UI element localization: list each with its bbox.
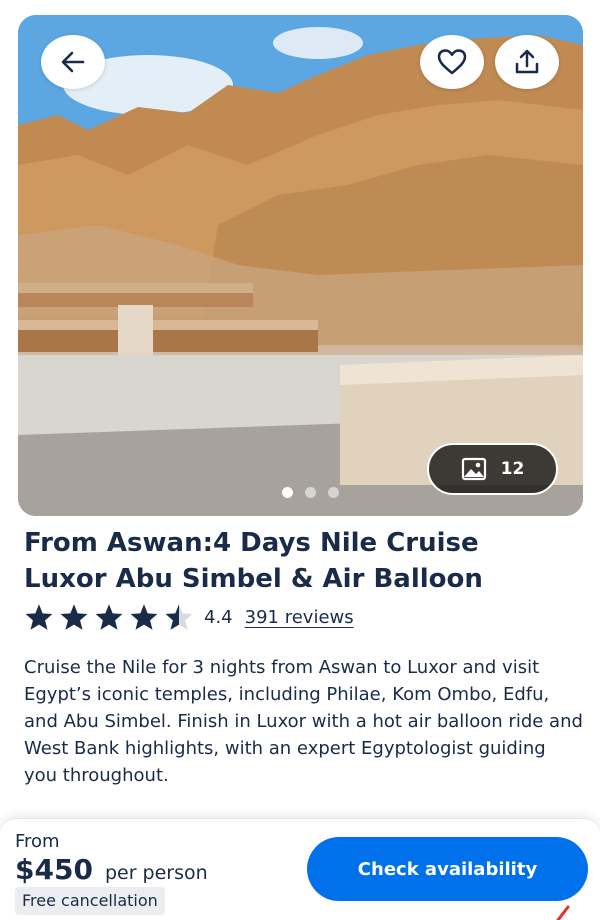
star-partial-icon: [165, 604, 193, 630]
price-row: $450 per person: [15, 853, 208, 886]
price-unit: per person: [104, 862, 208, 884]
price-value: $450: [15, 853, 93, 886]
arrow-left-icon: [61, 51, 85, 73]
favorite-button[interactable]: [420, 35, 484, 89]
product-description: Cruise the Nile for 3 nights from Aswan …: [24, 657, 583, 786]
heart-icon: [437, 49, 467, 75]
product-title-line-2: Luxor Abu Simbel & Air Balloon: [24, 564, 483, 594]
share-upload-icon: [515, 49, 539, 74]
back-button[interactable]: [41, 35, 105, 89]
star-full-icon: [25, 604, 53, 630]
rating-value: 4.4: [204, 606, 233, 628]
hero-image-carousel[interactable]: 12: [18, 15, 583, 516]
product-title-line-1: From Aswan:4 Days Nile Cruise: [24, 528, 479, 558]
star-full-icon: [60, 604, 88, 630]
carousel-dot[interactable]: [305, 487, 316, 498]
star-rating: [24, 603, 194, 631]
carousel-dot-active[interactable]: [282, 487, 293, 498]
price-from-label: From: [15, 831, 60, 852]
star-full-icon: [95, 604, 123, 630]
rating-row: 4.4 391 reviews: [24, 603, 354, 631]
star-full-icon: [130, 604, 158, 630]
reviews-link[interactable]: 391 reviews: [245, 607, 354, 628]
hero-photo: [18, 15, 583, 516]
photo-gallery-button[interactable]: 12: [427, 443, 558, 495]
carousel-dot[interactable]: [328, 487, 339, 498]
product-title: From Aswan:4 Days Nile Cruise Luxor Abu …: [24, 525, 584, 597]
carousel-dots: [282, 487, 339, 498]
photo-count: 12: [500, 459, 525, 479]
image-icon: [461, 457, 486, 481]
check-availability-button[interactable]: Check availability: [307, 837, 588, 901]
corner-edge-mark: [556, 905, 570, 920]
booking-footer: From $450 per person Free cancellation C…: [0, 818, 600, 920]
free-cancellation-badge: Free cancellation: [15, 887, 165, 915]
share-button[interactable]: [495, 35, 559, 89]
